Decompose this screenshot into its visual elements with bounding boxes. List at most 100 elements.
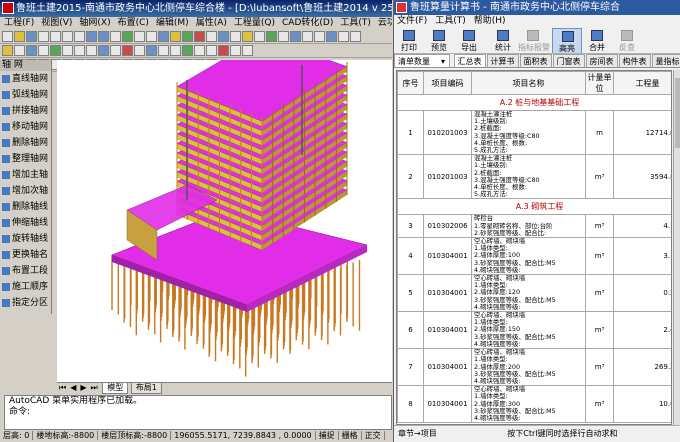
layer-select-icon[interactable]	[2, 45, 13, 56]
tool-d-icon[interactable]	[290, 31, 301, 42]
cad-menu-item[interactable]: 布置(C)	[118, 18, 149, 28]
cad-menu-item[interactable]: 属性(A)	[196, 18, 227, 28]
erase-icon[interactable]	[218, 45, 229, 56]
side-panel-item[interactable]: 删除轴线	[0, 199, 51, 215]
wall-icon[interactable]	[26, 45, 37, 56]
tab-layout1[interactable]: 布局1	[130, 383, 162, 394]
tab-first-icon[interactable]: ⏮	[57, 383, 69, 393]
table-scrollbar[interactable]	[673, 70, 680, 425]
zoom-previous-icon[interactable]	[146, 31, 157, 42]
tool-g-icon[interactable]	[326, 31, 337, 42]
save-icon[interactable]	[26, 31, 37, 42]
toolbar-button[interactable]: 高亮	[552, 28, 582, 53]
quantity-type-dropdown[interactable]: 清单数量 ▾	[394, 54, 450, 67]
table-row[interactable]: 2 010201003 混凝土灌注桩 1.土壤级别: 2.桩截面: 3.混凝土强度等…	[397, 154, 671, 200]
zoom-icon[interactable]	[122, 31, 133, 42]
side-panel-item[interactable]: 删除轴网	[0, 135, 51, 151]
status-navigation[interactable]: 章节→项目	[394, 429, 441, 438]
decor-icon[interactable]	[110, 45, 121, 56]
table-row[interactable]: 8 010304001 空心砖墙、砌块墙 1.墙体类型: 2.墙体厚度:300 3.…	[397, 385, 671, 424]
menu-file[interactable]: 文件(F)	[397, 16, 427, 26]
toolbar-button[interactable]: 导出	[454, 28, 484, 53]
properties-icon[interactable]	[158, 31, 169, 42]
table-row[interactable]: 4 010304001 空心砖墙、砌块墙 1.墙体类型: 2.墙体厚度:100 3.…	[397, 237, 671, 276]
tool-a-icon[interactable]	[254, 31, 265, 42]
redo-icon[interactable]	[98, 31, 109, 42]
col-header-unit[interactable]: 计量单位	[585, 71, 614, 95]
component-icon[interactable]	[14, 45, 25, 56]
tool-h-icon[interactable]	[338, 31, 349, 42]
move-icon[interactable]	[146, 45, 157, 56]
toolbar-button[interactable]: 合并	[582, 28, 612, 53]
tool-e-icon[interactable]	[302, 31, 313, 42]
floor-icon[interactable]	[218, 31, 229, 42]
beam-icon[interactable]	[38, 45, 49, 56]
rebar-icon[interactable]	[122, 45, 133, 56]
foundation-icon[interactable]	[98, 45, 109, 56]
table-row[interactable]: 5 010304001 空心砖墙、砌块墙 1.墙体类型: 2.墙体厚度:120 3.…	[397, 274, 671, 313]
zoom-window-icon[interactable]	[134, 31, 145, 42]
tab-next-icon[interactable]: ▶	[78, 383, 89, 393]
toolbar-button[interactable]: 预览	[424, 28, 454, 53]
side-panel-item[interactable]: 弧线轴网	[0, 87, 51, 103]
toolbar-button[interactable]: 指标报警	[518, 28, 550, 53]
cad-menu-item[interactable]: 工程量(Q)	[234, 18, 275, 28]
tool-c-icon[interactable]	[278, 31, 289, 42]
table-row[interactable]: 7 010304001 空心砖墙、砌块墙 1.墙体类型: 2.墙体厚度:200 3.…	[397, 348, 671, 387]
col-header-name[interactable]: 项目名称	[471, 71, 586, 95]
tool-b-icon[interactable]	[266, 31, 277, 42]
cad-menu-item[interactable]: CAD转化(D)	[282, 18, 333, 28]
grid-toggle[interactable]: 栅格	[338, 431, 362, 440]
print-icon[interactable]	[38, 31, 49, 42]
col-header-qty[interactable]: 工程量	[613, 71, 671, 95]
tab-prev-icon[interactable]: ◀	[68, 383, 79, 393]
settings-icon[interactable]	[230, 31, 241, 42]
section-row[interactable]: A.3 砌筑工程	[397, 198, 671, 216]
tool-i-icon[interactable]	[350, 31, 361, 42]
tool-f-icon[interactable]	[314, 31, 325, 42]
side-panel-item[interactable]: 拼接轴网	[0, 103, 51, 119]
view-3d-icon[interactable]	[182, 31, 193, 42]
pan-icon[interactable]	[110, 31, 121, 42]
column-icon[interactable]	[50, 45, 61, 56]
side-panel-item[interactable]: 整理轴网	[0, 151, 51, 167]
menu-tools[interactable]: 工具(T)	[435, 16, 466, 26]
side-panel-item[interactable]: 增加主轴	[0, 167, 51, 183]
copy-icon[interactable]	[62, 31, 73, 42]
rotate-icon[interactable]	[158, 45, 169, 56]
cad-menu-item[interactable]: 云功能(Y)	[378, 18, 392, 28]
cad-menu-item[interactable]: 工程(F)	[4, 18, 34, 28]
report-tab[interactable]: 构件表	[618, 54, 651, 67]
snap-toggle[interactable]: 捕捉	[315, 431, 339, 440]
offset-icon[interactable]	[182, 45, 193, 56]
cad-menu-item[interactable]: 视图(V)	[41, 18, 72, 28]
bill-table-container[interactable]: 序号 项目编码 项目名称 计量单位 工程量 A.2 桩与地基基础工程 1 01020…	[396, 70, 672, 425]
undo-icon[interactable]	[86, 31, 97, 42]
col-header-no[interactable]: 序号	[397, 71, 424, 95]
stair-icon[interactable]	[86, 45, 97, 56]
measure-icon[interactable]	[242, 45, 253, 56]
side-panel-item[interactable]: 直线轴网	[0, 71, 51, 87]
3d-model-viewport[interactable]	[57, 60, 392, 382]
report-tab[interactable]: 门窗表	[552, 54, 585, 67]
report-icon[interactable]	[206, 31, 217, 42]
table-row[interactable]: 3 010302006 砖检台 1.零星砌砖名称、部位:台阶 2.砂浆强度等级、配合…	[397, 214, 671, 239]
array-icon[interactable]	[230, 45, 241, 56]
table-row[interactable]: 1 010201003 混凝土灌注桩 1.土壤级别: 2.桩截面: 3.混凝土强度等…	[397, 109, 671, 156]
menu-help[interactable]: 帮助(H)	[474, 16, 506, 26]
cad-menu-item[interactable]: 工具(T)	[340, 18, 371, 28]
table-row[interactable]: 6 010304001 空心砖墙、砌块墙 1.墙体类型: 2.墙体厚度:150 3.…	[397, 311, 671, 350]
mirror-icon[interactable]	[170, 45, 181, 56]
snap-icon[interactable]	[134, 45, 145, 56]
section-row[interactable]: A.2 桩与地基基础工程	[397, 94, 671, 111]
toolbar-button[interactable]: 统计	[488, 28, 518, 53]
extend-icon[interactable]	[206, 45, 217, 56]
opening-icon[interactable]	[74, 45, 85, 56]
side-panel-item[interactable]: 伸缩轴线	[0, 215, 51, 231]
side-panel-item[interactable]: 旋转轴线	[0, 231, 51, 247]
report-tab[interactable]: 量指标	[651, 54, 680, 67]
side-panel-item[interactable]: 移动轴网	[0, 119, 51, 135]
ortho-toggle[interactable]: 正交	[361, 431, 385, 440]
cut-icon[interactable]	[50, 31, 61, 42]
scrollbar-thumb[interactable]	[675, 78, 680, 148]
